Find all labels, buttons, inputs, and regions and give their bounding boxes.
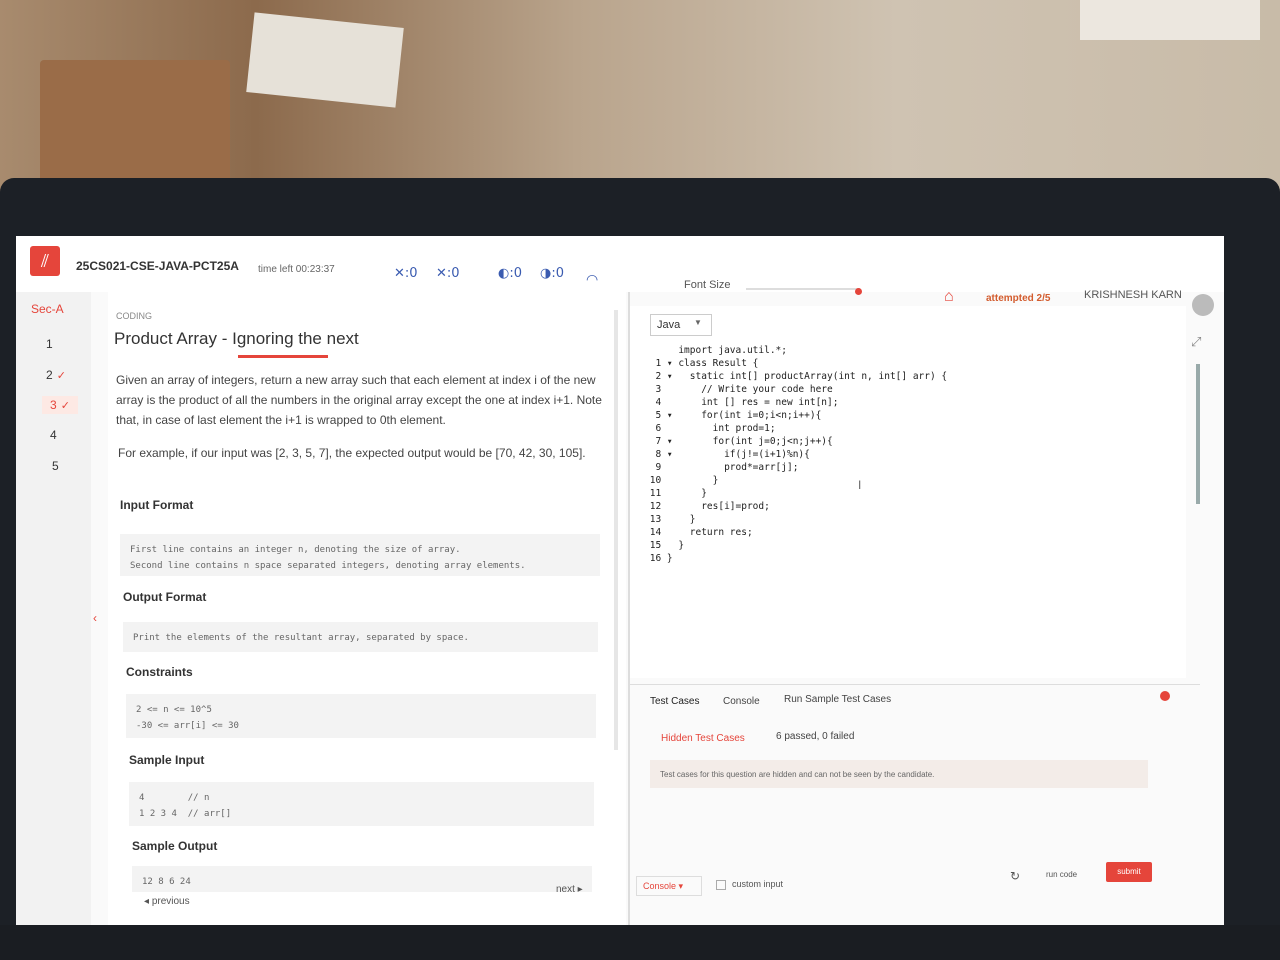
section-label: Sec-A	[31, 302, 64, 316]
code-line[interactable]: 10 }	[644, 474, 947, 487]
code-line[interactable]: 2 ▾ static int[] productArray(int n, int…	[644, 370, 947, 383]
check-icon: ✓	[56, 370, 66, 382]
font-size-slider[interactable]	[746, 288, 860, 290]
code-line[interactable]: 12 res[i]=prod;	[644, 500, 947, 513]
title-underline	[238, 355, 328, 358]
run-code-button[interactable]: run code	[1046, 870, 1077, 879]
sidebar-item-q4[interactable]: 4	[50, 428, 57, 442]
text-cursor-icon: I	[858, 478, 862, 492]
laptop-bottom-bezel	[0, 925, 1280, 960]
sample-input-box: 4 // n 1 2 3 4 // arr[]	[129, 782, 594, 826]
submit-button[interactable]: submit	[1106, 862, 1152, 882]
expand-icon[interactable]: ⤢	[1191, 334, 1201, 350]
chevron-down-icon: ▼	[694, 318, 702, 327]
sample-output-heading: Sample Output	[132, 839, 218, 853]
avatar[interactable]	[1192, 294, 1214, 316]
language-select[interactable]: Java	[650, 314, 712, 336]
editor-scrollbar[interactable]	[1196, 364, 1200, 504]
counter-2: ✕:0	[436, 266, 460, 281]
output-format-heading: Output Format	[123, 590, 207, 604]
code-content[interactable]: import java.util.*; 1 ▾ class Result { 2…	[644, 344, 947, 565]
tab-console[interactable]: Console	[723, 696, 760, 707]
screen: ⫽ 25CS021-CSE-JAVA-PCT25A time left 00:2…	[16, 236, 1224, 926]
collapse-sidebar-icon[interactable]: ‹	[93, 611, 97, 625]
code-line[interactable]: 6 int prod=1;	[644, 422, 947, 435]
counter-4: ◑:0	[540, 266, 564, 281]
time-left: time left 00:23:37	[258, 264, 335, 275]
attempted-status: attempted 2/5	[986, 293, 1051, 304]
category-label: CODING	[116, 311, 152, 321]
font-size-slider-knob[interactable]	[855, 288, 862, 295]
check-icon: ✓	[60, 400, 70, 412]
font-size-label: Font Size	[684, 279, 731, 291]
tab-hidden-test-cases[interactable]: Hidden Test Cases	[661, 733, 745, 744]
reset-icon[interactable]: ↻	[1010, 869, 1020, 883]
constraints-heading: Constraints	[126, 665, 193, 679]
tab-run-sample[interactable]: Run Sample Test Cases	[784, 694, 891, 705]
code-line[interactable]: 14 return res;	[644, 526, 947, 539]
input-format-heading: Input Format	[120, 498, 194, 512]
input-format-box: First line contains an integer n, denoti…	[120, 534, 600, 576]
background-socket	[1080, 0, 1260, 40]
code-line[interactable]: 15 }	[644, 539, 947, 552]
problem-example: For example, if our input was [2, 3, 5, …	[118, 446, 586, 460]
next-button[interactable]: next ▸	[556, 884, 583, 895]
sidebar-item-q1[interactable]: 1	[46, 337, 53, 351]
logo-icon: ⫽	[30, 246, 60, 276]
test-title: 25CS021-CSE-JAVA-PCT25A	[76, 259, 239, 273]
code-line[interactable]: 8 ▾ if(j!=(i+1)%n){	[644, 448, 947, 461]
page-title: Product Array - Ignoring the next	[114, 329, 359, 348]
console-select[interactable]: Console ▾	[636, 876, 702, 896]
background-paper	[246, 12, 404, 108]
code-line[interactable]: 3 // Write your code here	[644, 383, 947, 396]
code-line[interactable]: 11 }	[644, 487, 947, 500]
sidebar-item-q3[interactable]: 3 ✓	[42, 396, 78, 414]
test-result: 6 passed, 0 failed	[776, 731, 855, 742]
sidebar-item-q5[interactable]: 5	[52, 459, 59, 473]
user-name: KRISHNESH KARN	[1084, 289, 1182, 301]
custom-input-checkbox[interactable]	[716, 880, 726, 890]
output-format-box: Print the elements of the resultant arra…	[123, 622, 598, 652]
code-line[interactable]: import java.util.*;	[644, 344, 947, 357]
home-icon[interactable]: ⌂	[944, 288, 954, 306]
code-line[interactable]: 16 }	[644, 552, 947, 565]
code-line[interactable]: 5 ▾ for(int i=0;i<n;i++){	[644, 409, 947, 422]
problem-scrollbar[interactable]	[614, 310, 618, 750]
sidebar	[16, 292, 91, 926]
code-line[interactable]: 7 ▾ for(int j=0;j<n;j++){	[644, 435, 947, 448]
sample-output-box: 12 8 6 24	[132, 866, 592, 892]
sample-input-heading: Sample Input	[129, 753, 205, 767]
counter-3: ◐:0	[498, 266, 522, 281]
code-line[interactable]: 9 prod*=arr[j];	[644, 461, 947, 474]
hidden-note: Test cases for this question are hidden …	[650, 760, 1148, 788]
custom-input-label: custom input	[732, 879, 784, 889]
previous-button[interactable]: ◂ previous	[144, 896, 190, 907]
tab-test-cases[interactable]: Test Cases	[650, 696, 699, 707]
wifi-icon: ◠	[586, 271, 599, 287]
close-icon[interactable]	[1160, 691, 1170, 701]
constraints-box: 2 <= n <= 10^5 -30 <= arr[i] <= 30	[126, 694, 596, 738]
code-line[interactable]: 13 }	[644, 513, 947, 526]
counter-1: ✕:0	[394, 266, 418, 281]
sidebar-item-q2[interactable]: 2 ✓	[46, 368, 66, 382]
code-line[interactable]: 4 int [] res = new int[n];	[644, 396, 947, 409]
problem-description: Given an array of integers, return a new…	[116, 373, 602, 427]
code-line[interactable]: 1 ▾ class Result {	[644, 357, 947, 370]
